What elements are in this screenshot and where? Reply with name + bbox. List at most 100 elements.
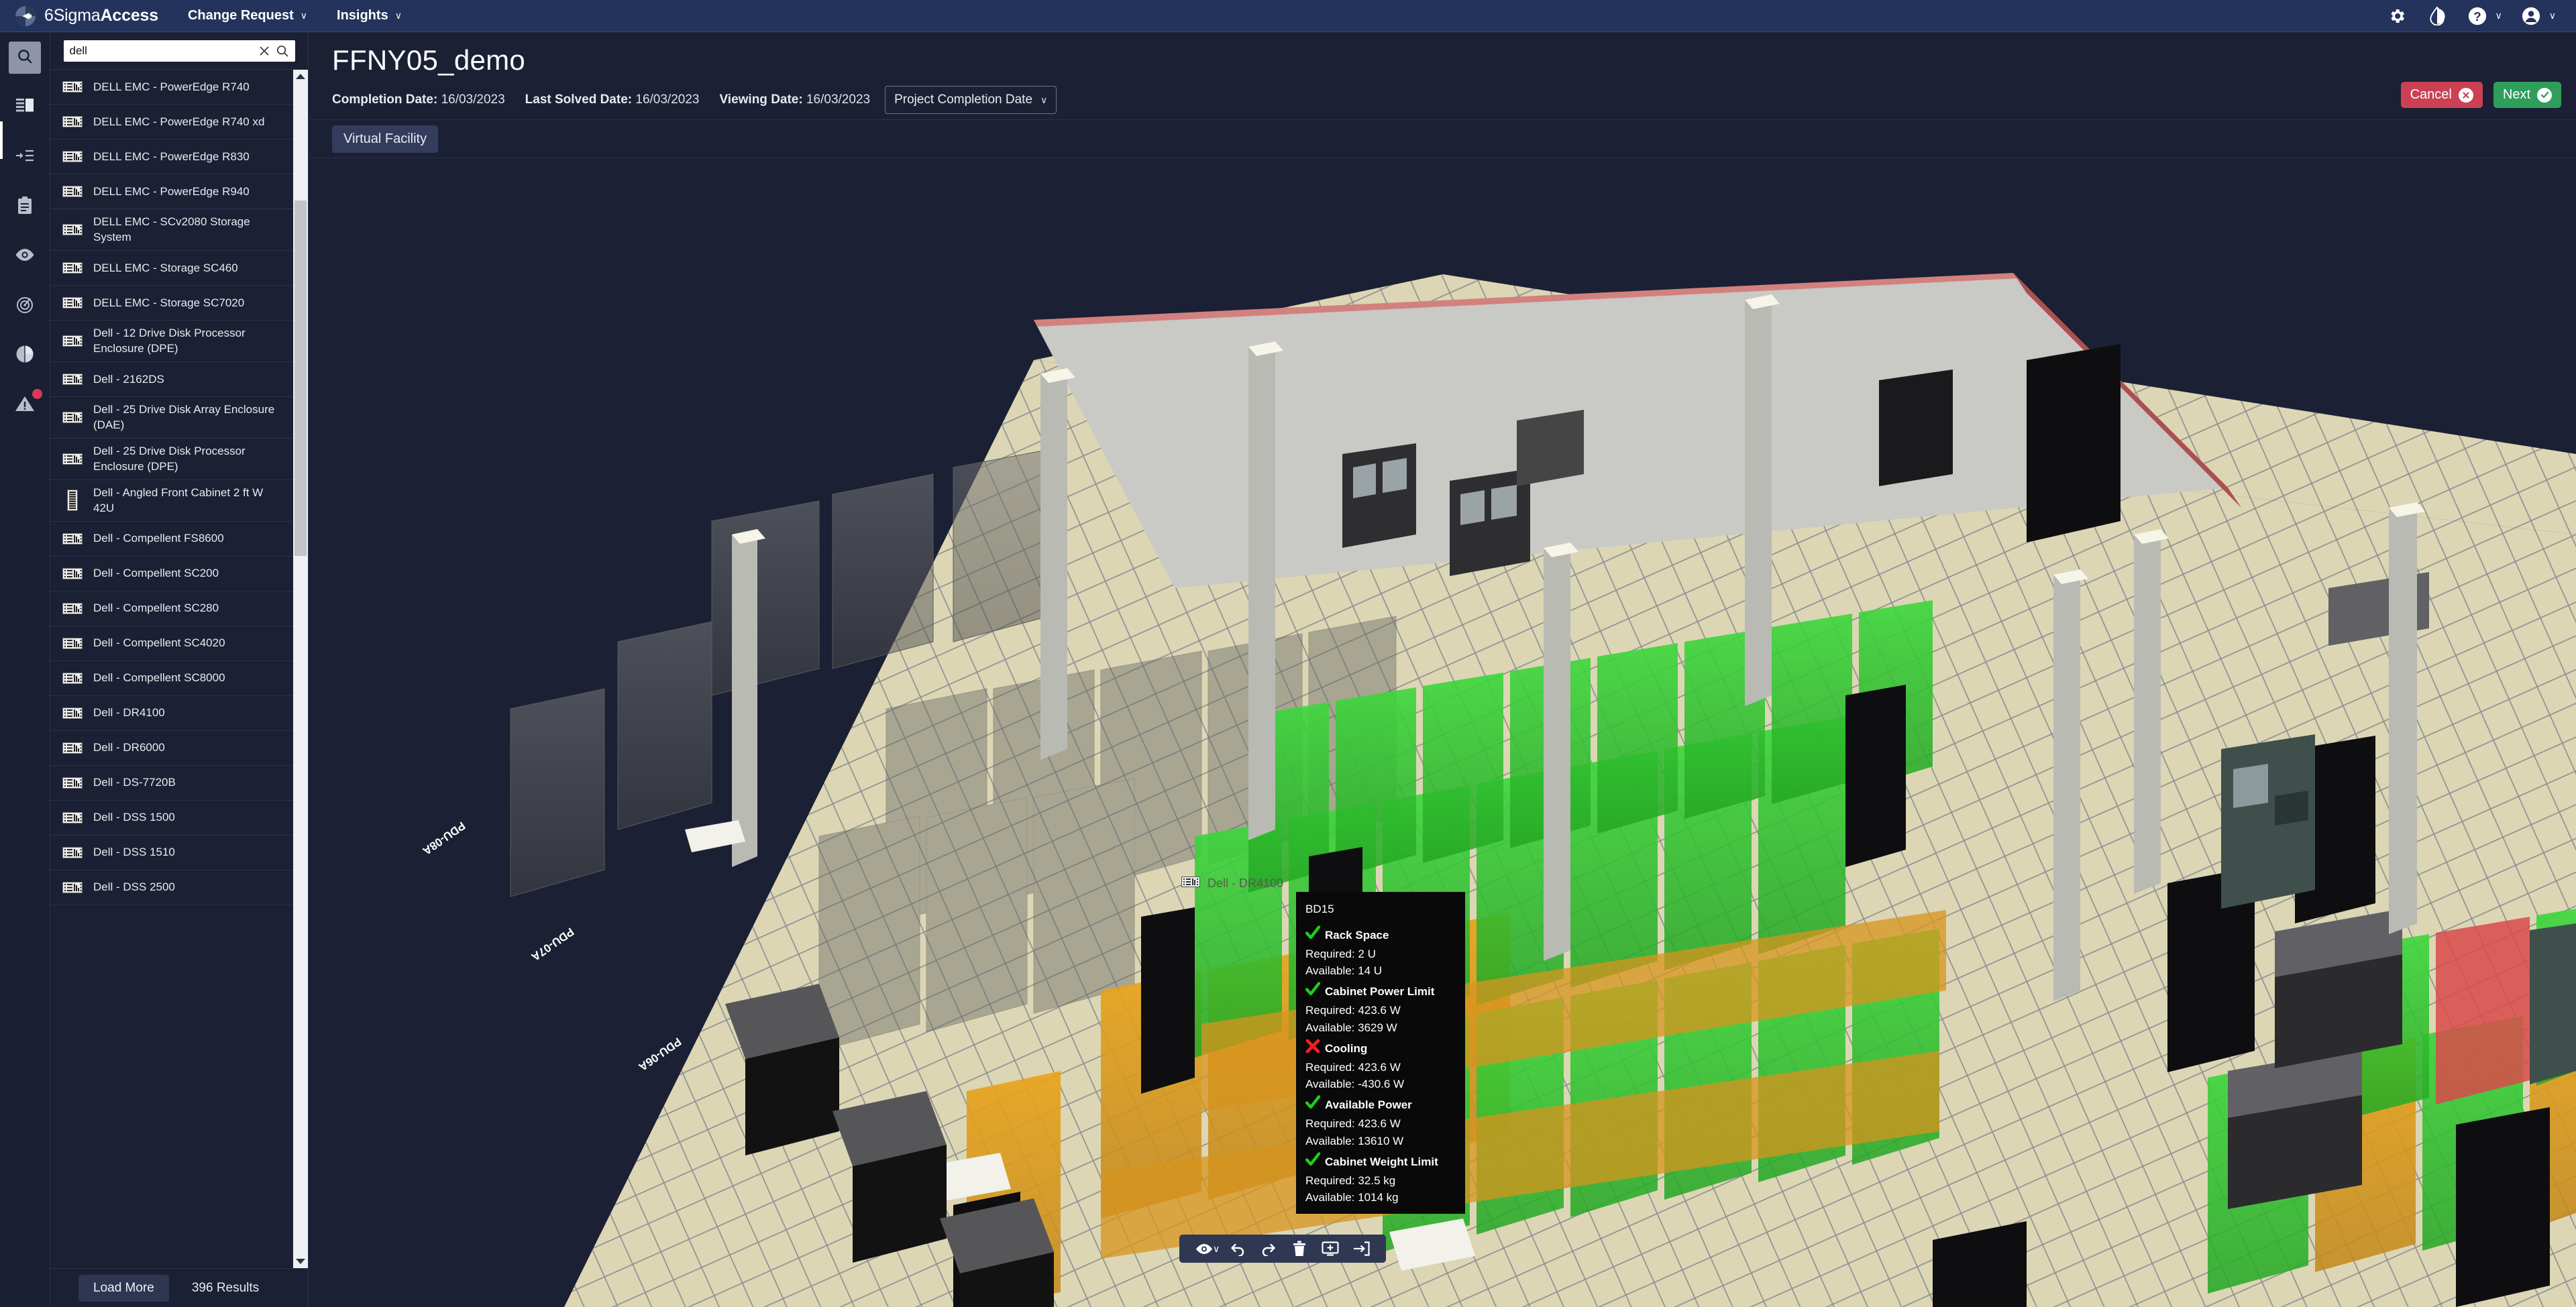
clipboard-icon: [17, 196, 33, 218]
nav-item-change-request[interactable]: Change Request ∨: [188, 8, 307, 23]
rail-item-pie-chart[interactable]: [9, 339, 41, 372]
tooltip-group-header: Cabinet Weight Limit: [1305, 1152, 1456, 1172]
nav-item-insights[interactable]: Insights ∨: [337, 8, 402, 23]
rail-item-layout-panel[interactable]: [9, 91, 41, 123]
list-item[interactable]: DELL EMC - PowerEdge R740: [50, 70, 293, 105]
search-icon[interactable]: [276, 44, 289, 58]
tooltip-available-value: Available: 3629 W: [1305, 1021, 1397, 1034]
scrollbar-thumb[interactable]: [294, 201, 307, 556]
list-item-label: Dell - Compellent FS8600: [93, 532, 224, 545]
viewport-toolbar: ∨: [1179, 1235, 1387, 1263]
list-item[interactable]: Dell - Compellent SC200: [50, 557, 293, 591]
list-item-label: Dell - DR4100: [93, 706, 165, 720]
contrast-droplet-icon[interactable]: [2426, 5, 2449, 27]
close-icon[interactable]: [258, 44, 271, 58]
list-item[interactable]: Dell - DR6000: [50, 731, 293, 766]
3d-facility-viewport[interactable]: PDU-08A PDU-07A PDU-06A Dell - DR4100 ∨ …: [309, 159, 2576, 1307]
server-icon: [61, 637, 84, 649]
chevron-down-icon[interactable]: ∨: [1213, 1243, 1220, 1255]
list-item[interactable]: Dell - Angled Front Cabinet 2 ft W 42U: [50, 480, 293, 522]
nav-item-insights-label: Insights: [337, 8, 388, 23]
list-item[interactable]: Dell - DR4100: [50, 696, 293, 731]
rail-active-marker: [0, 121, 3, 159]
search-box[interactable]: [63, 40, 295, 62]
list-item[interactable]: Dell - 12 Drive Disk Processor Enclosure…: [50, 321, 293, 362]
tooltip-required-value: Required: 423.6 W: [1305, 1117, 1401, 1131]
list-item[interactable]: Dell - DSS 2500: [50, 870, 293, 905]
list-item[interactable]: Dell - Compellent SC280: [50, 591, 293, 626]
tooltip-group-header: Rack Space: [1305, 925, 1456, 946]
app-logo[interactable]: 6SigmaAccess: [15, 5, 158, 27]
list-item[interactable]: Dell - Compellent SC4020: [50, 626, 293, 661]
cancel-button[interactable]: Cancel: [2400, 82, 2483, 108]
list-item[interactable]: Dell - Compellent FS8600: [50, 522, 293, 557]
list-item[interactable]: DELL EMC - PowerEdge R830: [50, 139, 293, 174]
search-row: [50, 32, 308, 69]
rail-item-warning-alert[interactable]: [9, 389, 42, 421]
chevron-down-icon: ∨: [394, 10, 402, 21]
drag-item-label-text: Dell - DR4100: [1208, 876, 1284, 890]
list-item[interactable]: DELL EMC - Storage SC460: [50, 251, 293, 286]
list-item[interactable]: Dell - 2162DS: [50, 362, 293, 397]
rail-item-eye[interactable]: [9, 240, 41, 272]
list-item[interactable]: DELL EMC - PowerEdge R740 xd: [50, 105, 293, 139]
rail-item-radar[interactable]: [9, 290, 41, 322]
list-item[interactable]: Dell - DSS 1510: [50, 836, 293, 870]
list-item[interactable]: Dell - Compellent SC8000: [50, 661, 293, 696]
date-mode-dropdown[interactable]: Project Completion Date ∨: [885, 86, 1057, 114]
user-account-icon[interactable]: [2520, 5, 2542, 27]
scroll-down-arrow[interactable]: [293, 1255, 308, 1268]
trash-delete-icon[interactable]: [1284, 1235, 1315, 1263]
list-item[interactable]: DELL EMC - SCv2080 Storage System: [50, 209, 293, 251]
eye-icon: [15, 248, 35, 265]
scroll-up-arrow[interactable]: [293, 70, 308, 83]
search-results-inner: DELL EMC - PowerEdge R740 DELL EMC - Pow…: [50, 70, 293, 1268]
radar-icon: [15, 295, 34, 317]
server-icon: [61, 296, 84, 308]
viewing-date: Viewing Date: 16/03/2023: [719, 93, 870, 107]
search-icon: [16, 48, 34, 68]
list-item[interactable]: Dell - DSS 1500: [50, 801, 293, 836]
top-navigation-actions: ? ∨ ∨: [2385, 5, 2556, 27]
server-icon: [61, 116, 84, 127]
redo-icon[interactable]: [1253, 1235, 1284, 1263]
chevron-down-icon: ∨: [300, 10, 308, 21]
list-item[interactable]: Dell - 25 Drive Disk Array Enclosure (DA…: [50, 397, 293, 439]
list-item-label: Dell - DS-7720B: [93, 776, 176, 789]
gear-icon[interactable]: [2385, 5, 2408, 27]
page-title: FFNY05_demo: [332, 44, 526, 76]
cabinet-icon: [61, 490, 84, 512]
undo-icon[interactable]: [1222, 1235, 1253, 1263]
chevron-down-icon[interactable]: ∨: [2549, 10, 2556, 21]
list-item[interactable]: DELL EMC - Storage SC7020: [50, 286, 293, 321]
tooltip-available-value: Available: 14 U: [1305, 964, 1383, 978]
list-item[interactable]: Dell - 25 Drive Disk Processor Enclosure…: [50, 439, 293, 480]
tooltip-required-value: Required: 2 U: [1305, 947, 1376, 960]
list-item[interactable]: Dell - DS-7720B: [50, 766, 293, 801]
viewing-date-label: Viewing Date:: [719, 93, 803, 107]
list-item-label: DELL EMC - PowerEdge R740: [93, 80, 250, 93]
cross-icon: [1305, 1039, 1320, 1059]
load-more-button[interactable]: Load More: [78, 1274, 169, 1302]
check-icon: [1305, 1152, 1321, 1172]
completion-date-label: Completion Date:: [332, 93, 438, 107]
results-scrollbar[interactable]: [293, 70, 308, 1268]
check-icon: [1305, 1095, 1321, 1115]
indent-list-icon: [15, 148, 34, 166]
tab-virtual-facility[interactable]: Virtual Facility: [332, 125, 439, 153]
search-results-list[interactable]: DELL EMC - PowerEdge R740 DELL EMC - Pow…: [50, 69, 308, 1268]
list-item-label: DELL EMC - PowerEdge R830: [93, 150, 250, 163]
server-icon: [61, 707, 84, 719]
add-screen-icon[interactable]: [1315, 1235, 1346, 1263]
search-input[interactable]: [69, 44, 253, 58]
rail-item-search[interactable]: [9, 42, 41, 74]
rail-item-indent-list[interactable]: [9, 141, 41, 173]
list-item[interactable]: DELL EMC - PowerEdge R940: [50, 174, 293, 209]
viewing-date-value: 16/03/2023: [806, 93, 871, 107]
chevron-down-icon[interactable]: ∨: [2496, 10, 2502, 21]
insert-arrow-icon[interactable]: [1346, 1235, 1377, 1263]
next-button[interactable]: Next: [2493, 82, 2561, 108]
component-search-panel: DELL EMC - PowerEdge R740 DELL EMC - Pow…: [50, 32, 309, 1307]
rail-item-clipboard[interactable]: [9, 190, 41, 223]
help-question-icon[interactable]: ?: [2466, 5, 2489, 27]
